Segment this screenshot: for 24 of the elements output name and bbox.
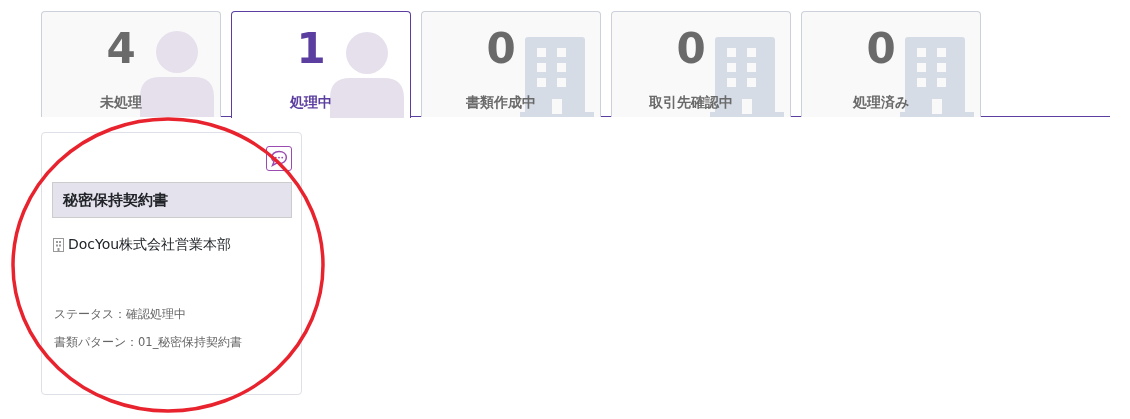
tab-label: 処理中 — [289, 93, 333, 112]
tab-label: 処理済み — [852, 93, 910, 112]
status-tab[interactable]: 0 書類作成中 — [421, 11, 601, 117]
count: 4 — [105, 28, 137, 70]
document-title: 秘密保持契約書 — [52, 182, 292, 218]
tab-label: 取引先確認中 — [648, 93, 734, 112]
person-icon — [330, 32, 404, 118]
tab-label: 未処理 — [99, 93, 143, 112]
status-text: ステータス：確認処理中 — [54, 306, 186, 323]
tab-label: 書類作成中 — [465, 93, 537, 112]
status-tab[interactable]: 0 処理済み — [801, 11, 981, 117]
count: 0 — [485, 28, 517, 70]
chat-icon[interactable] — [266, 146, 292, 171]
document-card[interactable]: 秘密保持契約書 DocYou株式会社営業本部 ステータス：確認処理中 書類パターン：01_秘密保持契約書 — [41, 132, 302, 395]
count: 1 — [295, 28, 327, 70]
status-tab[interactable]: 0 取引先確認中 — [611, 11, 791, 117]
count: 0 — [675, 28, 707, 70]
person-icon — [140, 31, 214, 117]
pattern-text: 書類パターン：01_秘密保持契約書 — [54, 334, 243, 351]
count: 0 — [865, 28, 897, 70]
company-name: DocYou株式会社営業本部 — [68, 235, 232, 254]
status-tab[interactable]: 1 処理中 — [231, 11, 411, 118]
building-icon — [53, 237, 64, 252]
status-tab[interactable]: 4 未処理 — [41, 11, 221, 117]
